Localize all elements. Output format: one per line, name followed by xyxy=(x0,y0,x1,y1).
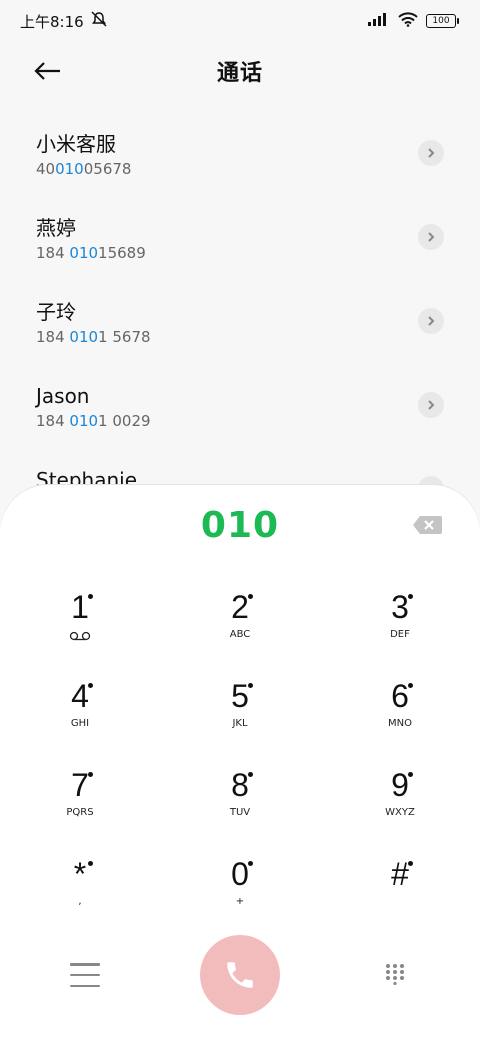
dnd-icon xyxy=(90,11,108,31)
wifi-icon xyxy=(398,11,418,31)
key-star[interactable]: * , xyxy=(0,847,160,936)
key-1[interactable]: 1 xyxy=(0,580,160,669)
key-7[interactable]: 7 PQRS xyxy=(0,758,160,847)
key-letters: ABC xyxy=(229,629,251,640)
key-dot xyxy=(248,683,253,688)
key-dot xyxy=(408,861,413,866)
voicemail-icon xyxy=(69,626,91,645)
key-letters: , xyxy=(78,896,82,907)
back-button[interactable] xyxy=(30,54,64,88)
page-title: 通话 xyxy=(216,61,263,86)
key-letters: WXYZ xyxy=(385,807,415,818)
backspace-button[interactable] xyxy=(412,515,442,535)
key-digit: 9 xyxy=(391,767,409,803)
keypad-toggle-icon[interactable] xyxy=(384,963,406,986)
status-right: 100 xyxy=(368,11,459,31)
key-hash[interactable]: # xyxy=(320,847,480,936)
signal-icon xyxy=(368,12,390,30)
phone-icon xyxy=(227,962,253,988)
contact-number: 184 0101 5678 xyxy=(36,328,151,346)
key-digit: 8 xyxy=(231,767,249,803)
contact-number: 184 01015689 xyxy=(36,244,146,262)
key-digit: # xyxy=(391,856,409,892)
key-0[interactable]: 0 + xyxy=(160,847,320,936)
dialer-bottom-bar xyxy=(0,935,480,1015)
key-letters: DEF xyxy=(390,629,410,640)
key-2[interactable]: 2 ABC xyxy=(160,580,320,669)
call-button[interactable] xyxy=(200,935,280,1015)
contact-item[interactable]: 燕婷 184 01015689 xyxy=(0,204,480,288)
contact-name: Jason xyxy=(36,384,90,408)
key-dot xyxy=(408,594,413,599)
key-5[interactable]: 5 JKL xyxy=(160,669,320,758)
key-letters: MNO xyxy=(388,718,412,729)
status-bar: 上午8:16 100 xyxy=(0,0,480,42)
status-left: 上午8:16 xyxy=(20,11,108,32)
key-dot xyxy=(248,772,253,777)
chevron-right-icon[interactable] xyxy=(418,392,444,418)
key-dot xyxy=(408,772,413,777)
key-dot xyxy=(88,594,93,599)
key-digit: 4 xyxy=(71,678,89,714)
dial-input[interactable]: 010 xyxy=(0,505,480,555)
key-6[interactable]: 6 MNO xyxy=(320,669,480,758)
contact-list: 小米客服 4001005678 燕婷 184 01015689 子玲 184 0… xyxy=(0,120,480,540)
key-dot xyxy=(248,861,253,866)
status-time: 上午8:16 xyxy=(20,12,84,31)
key-dot xyxy=(88,861,93,866)
arrow-left-icon xyxy=(34,62,60,80)
key-digit: 1 xyxy=(71,589,89,625)
key-letters: + xyxy=(235,896,245,907)
key-dot xyxy=(408,683,413,688)
key-digit: 7 xyxy=(71,767,89,803)
key-digit: 0 xyxy=(231,856,249,892)
chevron-right-icon[interactable] xyxy=(418,308,444,334)
key-letters: PQRS xyxy=(66,807,94,818)
contact-item[interactable]: 子玲 184 0101 5678 xyxy=(0,288,480,372)
chevron-right-icon[interactable] xyxy=(418,140,444,166)
key-9[interactable]: 9 WXYZ xyxy=(320,758,480,847)
key-dot xyxy=(248,594,253,599)
backspace-icon xyxy=(413,516,442,534)
contact-item[interactable]: 小米客服 4001005678 xyxy=(0,120,480,204)
key-letters: TUV xyxy=(229,807,251,818)
contact-name: 子玲 xyxy=(36,300,76,324)
key-digit: 2 xyxy=(231,589,249,625)
key-dot xyxy=(88,772,93,777)
contact-name: 燕婷 xyxy=(36,216,76,240)
contact-number: 4001005678 xyxy=(36,160,132,178)
contact-number: 184 0101 0029 xyxy=(36,412,151,430)
contact-item[interactable]: Jason 184 0101 0029 xyxy=(0,372,480,456)
key-8[interactable]: 8 TUV xyxy=(160,758,320,847)
key-digit: 6 xyxy=(391,678,409,714)
key-3[interactable]: 3 DEF xyxy=(320,580,480,669)
battery-icon: 100 xyxy=(426,14,459,28)
key-digit: 5 xyxy=(231,678,249,714)
chevron-right-icon[interactable] xyxy=(418,224,444,250)
menu-icon[interactable] xyxy=(70,963,100,987)
keypad: 1 2 ABC 3 DEF 4 GHI 5 JKL 6 MNO 7 PQRS 8… xyxy=(0,580,480,936)
key-digit: 3 xyxy=(391,589,409,625)
dialpad-sheet: 010 1 2 ABC 3 DEF 4 GHI 5 JKL 6 MNO 7 PQ… xyxy=(0,485,480,1040)
key-letters: GHI xyxy=(70,718,90,729)
key-digit: * xyxy=(73,856,87,892)
header: 通话 xyxy=(0,42,480,100)
key-dot xyxy=(88,683,93,688)
contact-name: 小米客服 xyxy=(36,132,116,156)
key-letters: JKL xyxy=(232,718,248,729)
key-4[interactable]: 4 GHI xyxy=(0,669,160,758)
